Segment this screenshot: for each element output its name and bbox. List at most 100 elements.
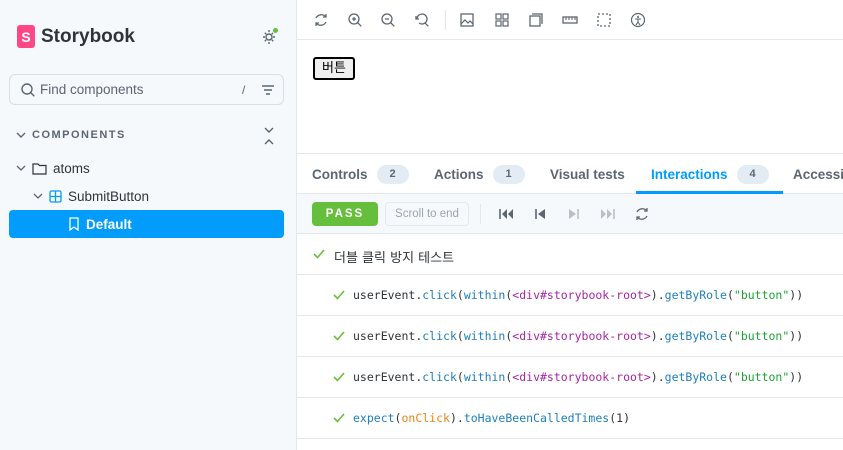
interaction-expect-row[interactable]: expect(onClick).toHaveBeenCalledTimes(1) xyxy=(297,398,843,439)
code-getter: getByRole xyxy=(664,370,727,384)
code-method: click xyxy=(422,370,457,384)
tab-controls[interactable]: Controls 2 xyxy=(312,154,409,194)
search-icon xyxy=(21,83,35,97)
code-within: within xyxy=(463,370,506,384)
sidebar-item-submitbutton[interactable]: SubmitButton xyxy=(33,182,149,210)
chevron-down-icon xyxy=(33,193,43,199)
code-object: userEvent xyxy=(353,370,416,384)
interactions-controls: PASS Scroll to end xyxy=(297,194,843,234)
interaction-step-row[interactable]: userEvent.click(within(<div#storybook-ro… xyxy=(297,316,843,357)
sidebar: S Storybook Find components / COMPONENTS… xyxy=(0,0,297,450)
rerun-icon[interactable] xyxy=(634,206,650,222)
filter-icon[interactable] xyxy=(261,83,275,97)
step-code: userEvent.click(within(<div#storybook-ro… xyxy=(353,329,804,343)
storybook-brand[interactable]: S Storybook xyxy=(17,25,135,48)
addon-tabs: Controls 2 Actions 1 Visual tests Intera… xyxy=(297,154,843,194)
rewind-to-start-icon[interactable] xyxy=(498,206,514,222)
tab-label: Visual tests xyxy=(550,166,625,182)
search-placeholder: Find components xyxy=(40,82,144,97)
step-forward-icon[interactable] xyxy=(566,206,582,222)
code-within: within xyxy=(463,329,506,343)
controls-divider xyxy=(480,204,481,224)
sidebar-item-default[interactable]: Default xyxy=(9,210,284,238)
sidebar-item-atoms[interactable]: atoms xyxy=(16,154,90,182)
tab-accessibility[interactable]: Accessibility xyxy=(793,154,843,194)
sidebar-item-label: atoms xyxy=(53,160,90,176)
section-title: COMPONENTS xyxy=(32,129,126,141)
toolbar-divider xyxy=(445,10,446,30)
test-title-row[interactable]: 더블 클릭 방지 테스트 xyxy=(297,234,843,275)
story-preview: 버튼 xyxy=(297,41,843,153)
check-icon xyxy=(333,372,345,382)
zoom-in-icon[interactable] xyxy=(347,12,363,28)
code-number: 1 xyxy=(616,411,624,425)
settings-gear-icon[interactable] xyxy=(260,27,280,47)
tab-label: Actions xyxy=(434,166,484,182)
tab-actions[interactable]: Actions 1 xyxy=(434,154,525,194)
scroll-to-end-button[interactable]: Scroll to end xyxy=(385,202,469,226)
storybook-logo-icon: S xyxy=(17,25,35,48)
step-code: userEvent.click(within(<div#storybook-ro… xyxy=(353,370,804,384)
code-getter: getByRole xyxy=(664,288,727,302)
code-method: click xyxy=(422,329,457,343)
check-icon xyxy=(333,290,345,300)
brand-name: Storybook xyxy=(41,25,135,47)
code-object: userEvent xyxy=(353,288,416,302)
code-element: <div#storybook-root> xyxy=(512,329,651,343)
bookmark-icon xyxy=(69,217,79,231)
tab-label: Controls xyxy=(312,166,368,182)
components-section-header[interactable]: COMPONENTS xyxy=(16,126,281,146)
code-matcher: toHaveBeenCalledTimes xyxy=(463,411,610,425)
code-string: "button" xyxy=(733,288,790,302)
status-badge: PASS xyxy=(312,202,378,226)
code-element: <div#storybook-root> xyxy=(512,288,651,302)
ruler-icon[interactable] xyxy=(562,12,578,28)
code-variable: onClick xyxy=(401,411,450,425)
accessibility-icon[interactable] xyxy=(630,12,646,28)
interaction-step-row[interactable]: userEvent.click(within(<div#storybook-ro… xyxy=(297,275,843,316)
tab-badge: 4 xyxy=(736,164,769,184)
interaction-step-row[interactable]: userEvent.click(within(<div#storybook-ro… xyxy=(297,357,843,398)
code-within: within xyxy=(463,288,506,302)
outline-icon[interactable] xyxy=(596,12,612,28)
code-string: "button" xyxy=(733,329,790,343)
check-icon xyxy=(313,249,325,259)
expect-code: expect(onClick).toHaveBeenCalledTimes(1) xyxy=(353,411,631,425)
tab-badge: 1 xyxy=(492,164,525,184)
zoom-reset-icon[interactable] xyxy=(414,12,430,28)
grid-icon[interactable] xyxy=(494,12,510,28)
sidebar-item-label: Default xyxy=(86,216,132,232)
step-code: userEvent.click(within(<div#storybook-ro… xyxy=(353,288,804,302)
background-image-icon[interactable] xyxy=(459,12,475,28)
tab-label: Accessibility xyxy=(793,166,843,182)
code-element: <div#storybook-root> xyxy=(512,370,651,384)
code-getter: getByRole xyxy=(664,329,727,343)
chevron-down-icon xyxy=(16,132,26,138)
tab-label: Interactions xyxy=(651,166,728,182)
step-back-icon[interactable] xyxy=(532,206,548,222)
code-method: click xyxy=(422,288,457,302)
preview-submit-button[interactable]: 버튼 xyxy=(313,57,355,80)
search-input[interactable]: Find components / xyxy=(9,74,284,105)
reload-icon[interactable] xyxy=(313,12,329,28)
preview-toolbar xyxy=(297,0,843,40)
tab-interactions[interactable]: Interactions 4 xyxy=(636,154,783,194)
tab-visual-tests[interactable]: Visual tests xyxy=(550,154,625,194)
collapse-all-icon[interactable] xyxy=(263,126,275,146)
notification-dot xyxy=(272,27,279,34)
code-string: "button" xyxy=(733,370,790,384)
viewport-icon[interactable] xyxy=(528,12,544,28)
test-title: 더블 클릭 방지 테스트 xyxy=(334,251,455,266)
zoom-out-icon[interactable] xyxy=(380,12,396,28)
code-object: userEvent xyxy=(353,329,416,343)
component-icon xyxy=(49,189,62,203)
search-shortcut-key: / xyxy=(242,83,246,97)
sidebar-item-label: SubmitButton xyxy=(68,188,150,204)
folder-icon xyxy=(32,162,47,175)
check-icon xyxy=(333,413,345,423)
addon-panel: Controls 2 Actions 1 Visual tests Intera… xyxy=(297,153,843,450)
skip-to-end-icon[interactable] xyxy=(600,206,616,222)
check-icon xyxy=(333,331,345,341)
tab-badge: 2 xyxy=(376,164,409,184)
code-expect: expect xyxy=(353,411,395,425)
